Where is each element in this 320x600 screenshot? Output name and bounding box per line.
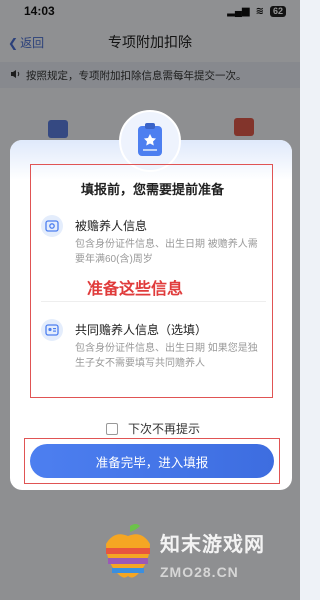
document-icon <box>119 110 181 172</box>
id-card-icon <box>41 215 63 237</box>
confirm-button[interactable]: 准备完毕，进入填报 <box>30 444 274 478</box>
item-title: 被赡养人信息 <box>75 219 148 233</box>
divider <box>41 301 266 302</box>
watermark-url: ZMO28.CN <box>160 564 239 580</box>
dont-show-again-checkbox[interactable] <box>106 422 118 435</box>
contact-card-icon <box>41 319 63 341</box>
item-description: 包含身份证件信息、出生日期 如果您是独生子女不需要填写共同赡养人 <box>75 343 258 369</box>
checkbox-label: 下次不再提示 <box>128 422 201 436</box>
dialog-heading: 填报前，您需要提前准备 <box>80 182 224 197</box>
dont-show-again-row[interactable]: 下次不再提示 <box>106 420 200 437</box>
apple-logo-icon <box>106 524 150 578</box>
item-description: 包含身份证件信息、出生日期 被赡养人需要年满60(含)周岁 <box>75 239 258 265</box>
item-title: 共同赡养人信息（选填） <box>75 323 208 337</box>
watermark: 知末游戏网 ZMO28.CN <box>100 520 290 590</box>
requirements-box: 填报前，您需要提前准备 被赡养人信息 包含身份证件信息、出生日期 被赡养人需要年… <box>30 164 273 398</box>
prepare-dialog: 填报前，您需要提前准备 被赡养人信息 包含身份证件信息、出生日期 被赡养人需要年… <box>10 110 292 490</box>
annotation-label: 准备这些信息 <box>87 281 184 298</box>
watermark-name: 知末游戏网 <box>160 534 265 556</box>
